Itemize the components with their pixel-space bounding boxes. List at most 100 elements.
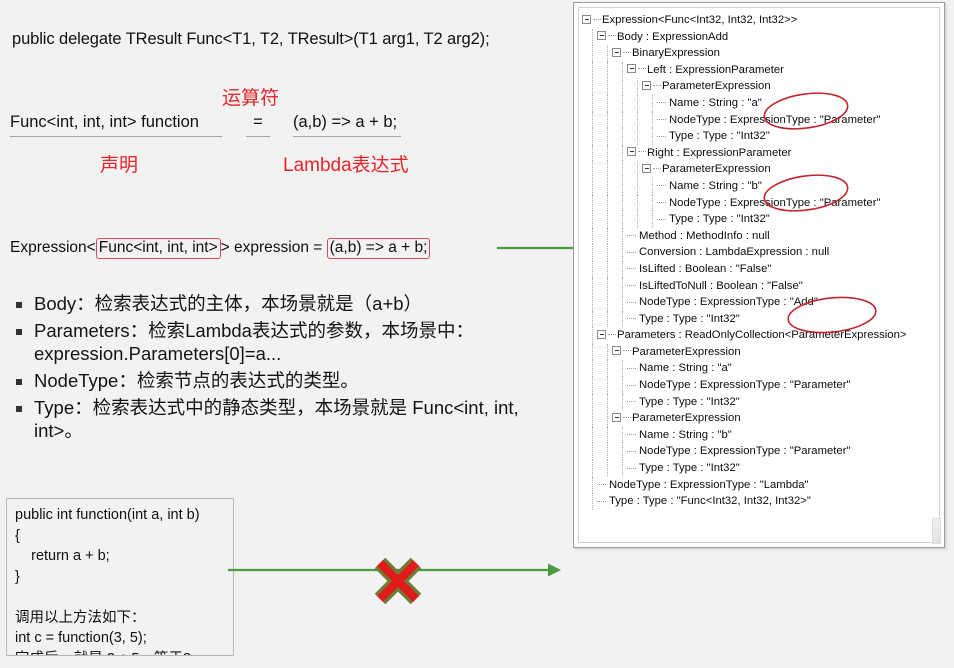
tree-node-label: Method : MethodInfo : null xyxy=(639,229,770,242)
tree-node[interactable]: NodeType : ExpressionType : "Parameter" xyxy=(582,194,939,212)
expression-prefix: Expression< xyxy=(10,239,96,256)
tree-node[interactable]: NodeType : ExpressionType : "Add" xyxy=(582,294,939,311)
tree-guide-line xyxy=(592,377,593,394)
tree-guide-line xyxy=(607,111,608,129)
tree-guide-line xyxy=(637,94,638,112)
tree-node[interactable]: NodeType : ExpressionType : "Parameter" xyxy=(582,443,939,461)
tree-guide-line xyxy=(592,144,593,162)
expression-tree-panel[interactable]: Expression<Func<Int32, Int32, Int32>> Bod… xyxy=(573,2,945,548)
tree-guide-line xyxy=(622,161,623,178)
tree-guide-line xyxy=(592,343,593,361)
tree-collapse-minus-icon[interactable] xyxy=(612,47,621,57)
tree-guide-line xyxy=(607,294,608,311)
panel-scrollbar[interactable] xyxy=(932,518,941,544)
tree-connector-dash xyxy=(623,51,631,53)
tree-node[interactable]: Type : Type : "Int32" xyxy=(582,460,939,477)
tree-collapse-minus-icon[interactable] xyxy=(627,64,636,74)
tree-node-label: Type : Type : "Int32" xyxy=(639,395,740,408)
expression-declaration-line: Expression< Func<int, int, int> > expressi… xyxy=(10,238,431,259)
tree-leaf-connector-icon xyxy=(627,231,638,240)
tree-guide-line xyxy=(592,476,593,494)
declaration-equals-part: = xyxy=(246,113,270,137)
tree-leaf-connector-icon xyxy=(627,397,638,406)
tree-guide-line xyxy=(622,460,623,477)
tree-node[interactable]: IsLifted : Boolean : "False" xyxy=(582,260,939,278)
tree-collapse-minus-icon[interactable] xyxy=(597,329,606,339)
tree-node[interactable]: Left : ExpressionParameter xyxy=(582,61,939,79)
tree-guide-line xyxy=(607,310,608,328)
tree-leaf-connector-icon xyxy=(657,181,668,190)
tree-node-label: ParameterExpression xyxy=(662,80,771,93)
tree-connector-dash xyxy=(608,35,616,37)
tree-node[interactable]: BinaryExpression xyxy=(582,45,939,62)
tree-node[interactable]: Right : ExpressionParameter xyxy=(582,144,939,162)
tree-guide-line xyxy=(622,360,623,378)
tree-collapse-minus-icon[interactable] xyxy=(642,163,651,173)
expression-tree-list[interactable]: Expression<Func<Int32, Int32, Int32>> Bod… xyxy=(579,8,939,510)
tree-node[interactable]: Name : String : "a" xyxy=(582,94,939,112)
tree-node[interactable]: Type : Type : "Int32" xyxy=(582,393,939,411)
tree-guide-line xyxy=(592,211,593,228)
tree-guide-line xyxy=(622,61,623,79)
tree-guide-line xyxy=(637,194,638,212)
tree-leaf-connector-icon xyxy=(657,215,668,224)
tree-node[interactable]: Body : ExpressionAdd xyxy=(582,28,939,46)
tree-leaf-connector-icon xyxy=(627,364,638,373)
tree-node[interactable]: ParameterExpression xyxy=(582,343,939,361)
tree-node[interactable]: Name : String : "a" xyxy=(582,360,939,378)
tree-node[interactable]: Type : Type : "Int32" xyxy=(582,211,939,228)
tree-collapse-minus-icon[interactable] xyxy=(597,31,606,41)
tree-node-label: Body : ExpressionAdd xyxy=(617,30,729,43)
tree-node[interactable]: Name : String : "b" xyxy=(582,426,939,444)
tree-node[interactable]: NodeType : ExpressionType : "Parameter" xyxy=(582,111,939,129)
expression-tree-viewport[interactable]: Expression<Func<Int32, Int32, Int32>> Bod… xyxy=(578,7,940,543)
tree-node[interactable]: Type : Type : "Func<Int32, Int32, Int32>… xyxy=(582,493,939,510)
tree-guide-line xyxy=(607,393,608,411)
tree-guide-line xyxy=(622,443,623,461)
list-item: NodeType：检索节点的表达式的类型。 xyxy=(8,369,553,393)
tree-node-label: NodeType : ExpressionType : "Parameter" xyxy=(669,113,881,126)
tree-guide-line xyxy=(652,194,653,212)
tree-node-label: Conversion : LambdaExpression : null xyxy=(639,246,830,259)
tree-node-label: Name : String : "b" xyxy=(639,428,732,441)
tree-node[interactable]: Parameters : ReadOnlyCollection<Paramete… xyxy=(582,327,939,344)
tree-node-label: Name : String : "a" xyxy=(669,96,762,109)
tree-node[interactable]: ParameterExpression xyxy=(582,161,939,178)
tree-guide-line xyxy=(592,426,593,444)
tree-connector-dash xyxy=(653,167,661,169)
tree-node[interactable]: Expression<Func<Int32, Int32, Int32>> xyxy=(582,12,939,29)
tree-collapse-minus-icon[interactable] xyxy=(612,346,621,356)
tree-node[interactable]: ParameterExpression xyxy=(582,410,939,427)
tree-node[interactable]: ParameterExpression xyxy=(582,78,939,95)
tree-node[interactable]: Type : Type : "Int32" xyxy=(582,310,939,328)
tree-guide-line xyxy=(607,260,608,278)
tree-node[interactable]: IsLiftedToNull : Boolean : "False" xyxy=(582,277,939,295)
tree-node[interactable]: Method : MethodInfo : null xyxy=(582,227,939,245)
tree-node[interactable]: Type : Type : "Int32" xyxy=(582,128,939,145)
tree-node[interactable]: Conversion : LambdaExpression : null xyxy=(582,244,939,261)
tree-guide-line xyxy=(622,277,623,295)
tree-node[interactable]: Name : String : "b" xyxy=(582,177,939,195)
tree-guide-line xyxy=(607,194,608,212)
tree-guide-line xyxy=(622,144,623,162)
operator-annotation-label: 运算符 xyxy=(222,88,280,109)
tree-guide-line xyxy=(592,94,593,112)
tree-guide-line xyxy=(592,244,593,261)
tree-guide-line xyxy=(592,61,593,79)
tree-collapse-minus-icon[interactable] xyxy=(627,147,636,157)
tree-guide-line xyxy=(592,360,593,378)
tree-node[interactable]: NodeType : ExpressionType : "Lambda" xyxy=(582,476,939,494)
tree-node[interactable]: NodeType : ExpressionType : "Parameter" xyxy=(582,377,939,394)
tree-collapse-minus-icon[interactable] xyxy=(642,80,651,90)
tree-connector-dash xyxy=(623,350,631,352)
tree-leaf-connector-icon xyxy=(657,115,668,124)
declaration-type-part: Func<int, int, int> function xyxy=(10,113,222,137)
tree-guide-line xyxy=(622,177,623,195)
tree-guide-line xyxy=(607,244,608,261)
tree-node-label: Type : Type : "Int32" xyxy=(639,462,740,475)
tree-guide-line xyxy=(652,94,653,112)
tree-guide-line xyxy=(592,393,593,411)
tree-collapse-minus-icon[interactable] xyxy=(582,14,591,24)
tree-collapse-minus-icon[interactable] xyxy=(612,412,621,422)
tree-connector-dash xyxy=(638,151,646,153)
